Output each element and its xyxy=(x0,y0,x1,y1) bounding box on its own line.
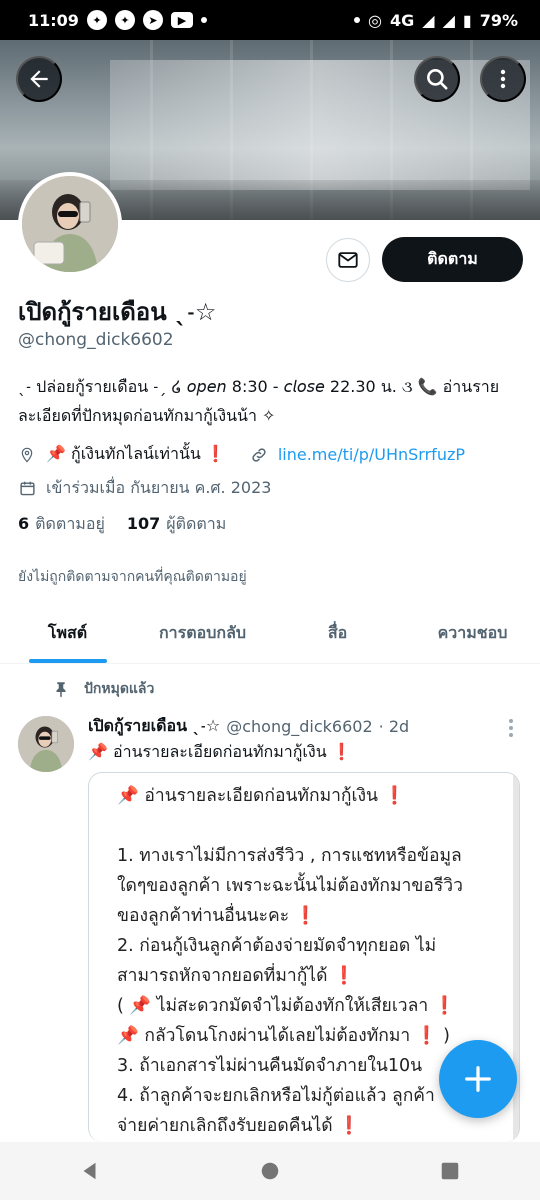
image-text-line: 1. ทางเราไม่มีการส่งรีวิว , การแชทหรือข้… xyxy=(117,846,462,866)
post-more-button[interactable] xyxy=(500,716,522,740)
nav-back-button[interactable] xyxy=(70,1151,110,1191)
followers-stat[interactable]: 107 ผู้ติดตาม xyxy=(127,512,226,537)
compass-icon: ➤ xyxy=(142,10,163,30)
link-icon xyxy=(250,446,268,464)
circle-home-icon xyxy=(261,1162,279,1180)
arrow-left-icon xyxy=(30,70,48,88)
profile-handle: @chong_dick6602 xyxy=(18,330,174,350)
signal-icon: ◢ xyxy=(442,10,455,30)
avatar-photo xyxy=(18,716,74,772)
mail-icon xyxy=(338,252,358,268)
post-time: · 2d xyxy=(378,717,410,736)
profile-tabs: โพสต์ การตอบกลับ สื่อ ความชอบ xyxy=(0,604,540,664)
profile-website-link[interactable]: line.me/ti/p/UHnSrrfuzP xyxy=(278,445,465,464)
status-time: 11:09 xyxy=(28,10,79,30)
profile-meta-joined: เข้าร่วมเมื่อ กันยายน ค.ศ. 2023 xyxy=(18,476,271,501)
triangle-back-icon xyxy=(83,1162,96,1180)
profile-name: เปิดกู้รายเดือน ˎ˗☆ xyxy=(18,298,217,326)
search-button[interactable] xyxy=(414,56,460,102)
profile-joined-date: เข้าร่วมเมื่อ กันยายน ค.ศ. 2023 xyxy=(46,478,272,497)
tab-posts[interactable]: โพสต์ xyxy=(0,604,135,663)
post-author-handle[interactable]: @chong_dick6602 xyxy=(226,717,372,736)
image-text-line: ใดๆของลูกค้า เพราะฉะนั้นไม่ต้องทักมาขอรี… xyxy=(117,876,463,896)
pinned-label: ปักหมุดแล้ว xyxy=(84,681,155,697)
image-text-line: สามารถหักจากยอดที่มากู้ได้ ❗ xyxy=(117,966,355,986)
youtube-icon: ▶ xyxy=(170,12,193,28)
image-text-line: ( 📌 ไม่สะดวกมัดจำไม่ต้องทักให้เสียเวลา ❗ xyxy=(117,996,456,1016)
profile-stats: 6 ติดตามอยู่ 107 ผู้ติดตาม xyxy=(18,512,226,537)
post-text: 📌 อ่านรายละเอียดก่อนทักมากู้เงิน ❗ xyxy=(88,742,352,761)
follow-button[interactable]: ติดตาม xyxy=(382,237,523,282)
more-vertical-icon xyxy=(500,69,506,89)
tab-replies[interactable]: การตอบกลับ xyxy=(135,604,270,663)
banner-window xyxy=(110,60,530,190)
post-author-avatar[interactable] xyxy=(18,716,74,772)
not-followed-notice: ยังไม่ถูกติดตามจากคนที่คุณติดตามอยู่ xyxy=(18,569,247,585)
square-recents-icon xyxy=(441,1162,459,1180)
profile-meta-location-link: 📌 กู้เงินทักไลน์เท่านั้น ❗ line.me/ti/p/… xyxy=(18,442,465,467)
nav-recents-button[interactable] xyxy=(430,1151,470,1191)
location-pin-icon xyxy=(18,446,36,464)
following-stat[interactable]: 6 ติดตามอยู่ xyxy=(18,512,105,537)
profile-location: 📌 กู้เงินทักไลน์เท่านั้น ❗ xyxy=(46,444,226,463)
network-type: 4G xyxy=(390,10,415,30)
status-bar: 11:09 ✦ ✦ ➤ ▶ ◎ 4G ◢ ◢ ▮ 79% xyxy=(0,0,540,40)
profile-avatar[interactable] xyxy=(18,172,122,276)
signal-icon: ◢ xyxy=(422,10,435,30)
system-nav-bar xyxy=(0,1142,540,1200)
search-icon xyxy=(427,69,448,90)
avatar-photo xyxy=(22,176,118,272)
messenger-icon: ✦ xyxy=(114,10,135,30)
plus-icon xyxy=(465,1066,491,1092)
nav-home-button[interactable] xyxy=(250,1151,290,1191)
messenger-icon: ✦ xyxy=(86,10,107,30)
battery-icon: ▮ xyxy=(462,10,472,30)
image-text-line: ของลูกค้าท่านอื่นนะคะ ❗ xyxy=(117,906,317,926)
image-text-line: 📌 กลัวโดนโกงผ่านได้เลยไม่ต้องทักมา ❗ ) xyxy=(117,1026,450,1046)
avatar xyxy=(22,176,118,272)
tab-likes[interactable]: ความชอบ xyxy=(405,604,540,663)
calendar-icon xyxy=(18,480,36,498)
battery-level: 79% xyxy=(479,10,518,30)
compose-button[interactable] xyxy=(439,1040,517,1118)
post-author-name[interactable]: เปิดกู้รายเดือน ˎ˗☆ xyxy=(88,714,220,739)
image-text-line: 📌 อ่านรายละเอียดก่อนทักมากู้เงิน ❗ xyxy=(117,786,406,806)
image-text-line: 2. ก่อนกู้เงินลูกค้าต้องจ่ายมัดจำทุกยอด … xyxy=(117,936,437,956)
pinned-indicator: ปักหมุดแล้ว xyxy=(52,678,154,700)
image-text-line: จ่ายค่ายกเลิกถึงรับยอดคืนได้ ❗ xyxy=(117,1116,360,1136)
more-options-button[interactable] xyxy=(480,56,526,102)
notification-dot-icon xyxy=(354,17,361,23)
profile-bio: ˎ˗ ปล่อยกู้รายเดือน ˗ˏ ໒ 𝘰𝘱𝘦𝘯 8:30 - 𝘤𝘭𝘰… xyxy=(18,377,500,425)
post-header: เปิดกู้รายเดือน ˎ˗☆ @chong_dick6602 · 2d xyxy=(88,714,409,739)
back-button[interactable] xyxy=(16,56,62,102)
hotspot-icon: ◎ xyxy=(368,10,382,30)
tab-media[interactable]: สื่อ xyxy=(270,604,405,663)
notification-dot-icon xyxy=(200,17,207,23)
pin-icon xyxy=(56,682,66,698)
message-button[interactable] xyxy=(326,238,370,282)
